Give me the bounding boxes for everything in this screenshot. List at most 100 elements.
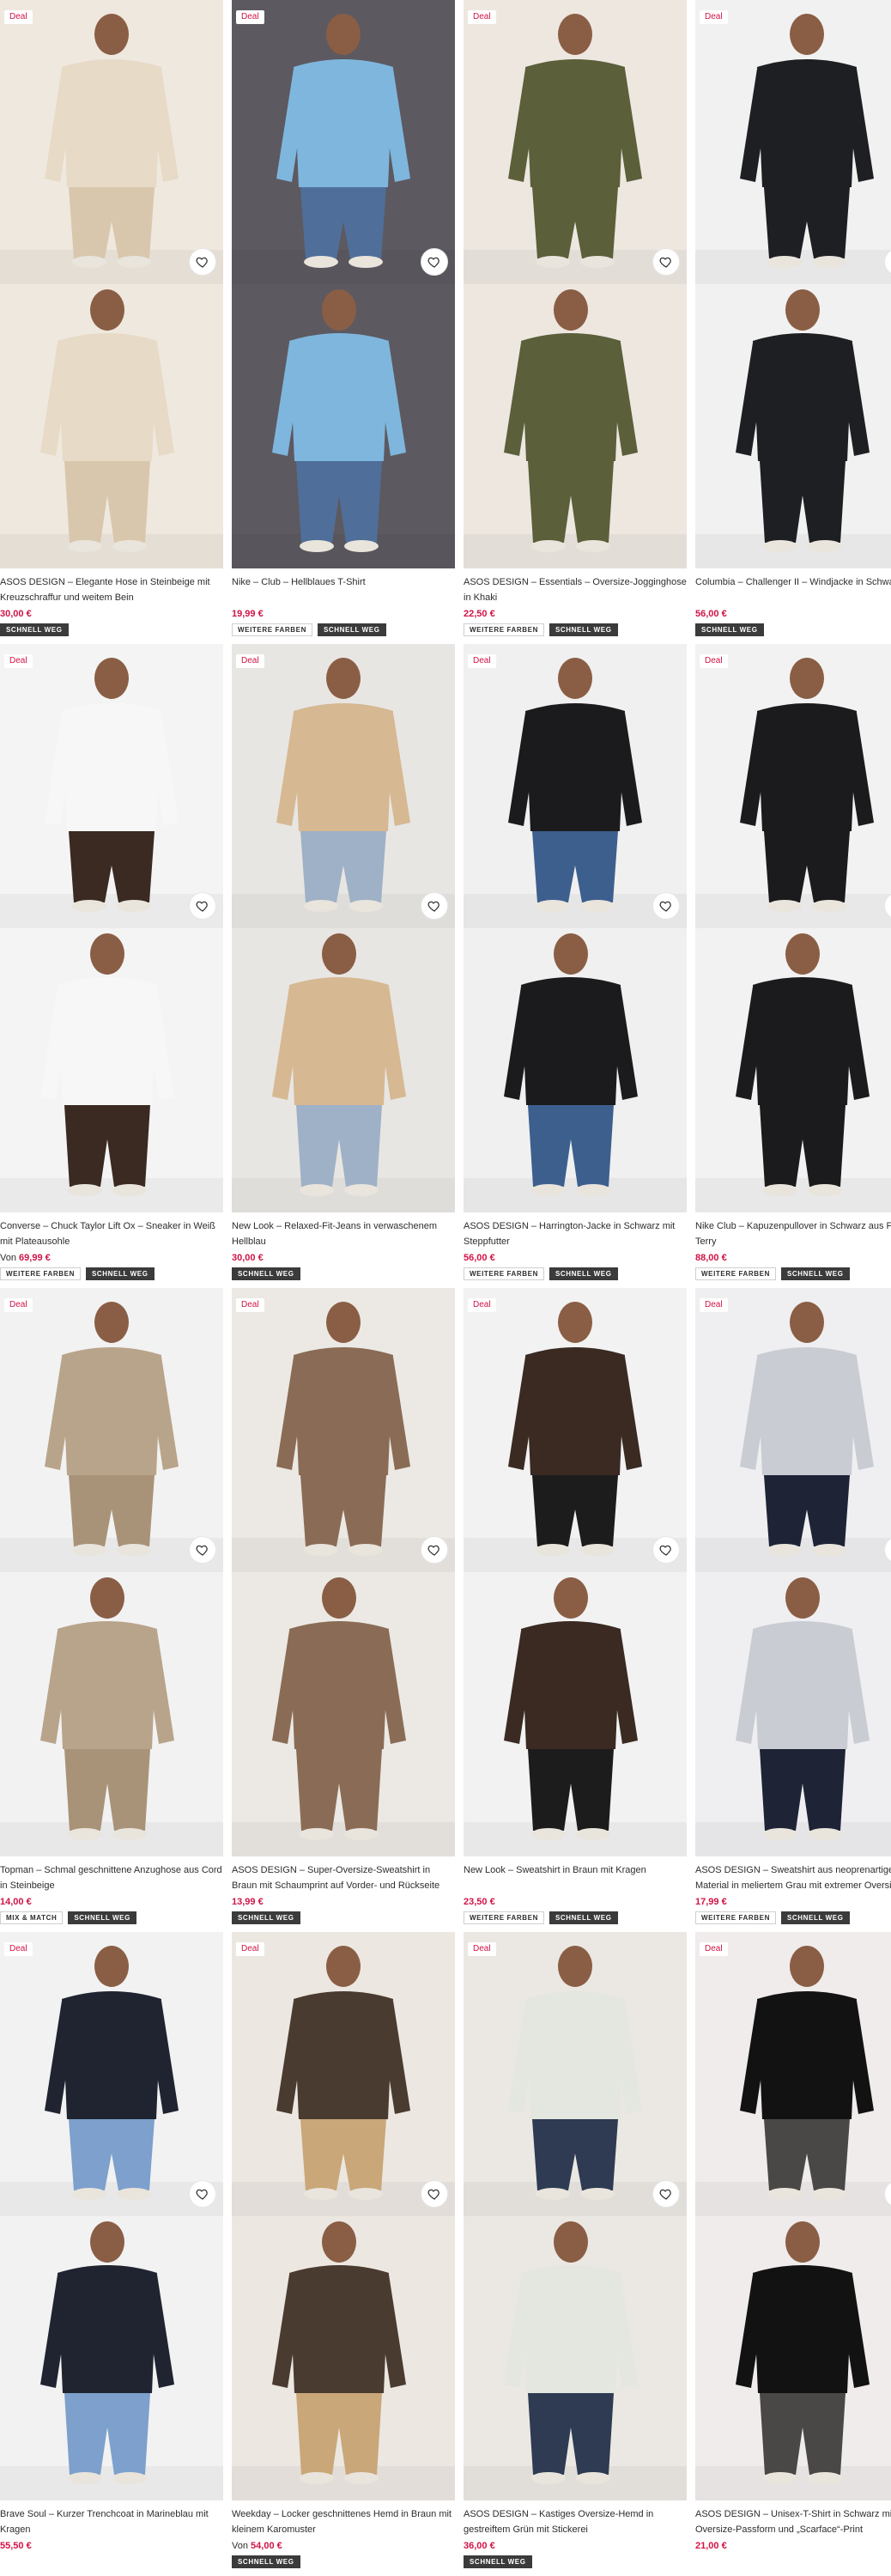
product-card[interactable]: Deal ASOS DESIGN – Super-Oversize-Sweatsh… [232,1288,455,1932]
product-title[interactable]: Nike – Club – Hellblaues T-Shirt [232,574,455,605]
selling-fast-badge: SCHNELL WEG [85,1267,155,1280]
product-image-primary[interactable]: Deal [695,1932,891,2216]
product-image-primary[interactable]: Deal [0,644,223,928]
selling-fast-badge: SCHNELL WEG [695,623,764,636]
product-title[interactable]: ASOS DESIGN – Sweatshirt aus neoprenarti… [695,1862,891,1893]
product-price: 30,00 € [232,1251,455,1265]
product-card[interactable]: Deal ASOS DESIGN – Elegante Hose in Stein… [0,0,223,644]
save-for-later-heart-icon[interactable] [421,2180,448,2208]
deal-badge: Deal [468,10,496,24]
product-card[interactable]: Deal ASOS DESIGN – Essentials – Oversize-… [464,0,687,644]
save-for-later-heart-icon[interactable] [189,1536,216,1564]
save-for-later-heart-icon[interactable] [189,248,216,276]
price-value: 36,00 € [464,2541,495,2551]
product-card[interactable]: Deal Converse – Chuck Taylor Lift Ox – Sn… [0,644,223,1288]
price-value: 55,50 € [0,2541,32,2551]
product-image-primary[interactable]: Deal [232,0,455,284]
product-card[interactable]: Deal Columbia – Challenger II – Windjacke… [695,0,891,644]
price-prefix: Von [232,2541,252,2551]
product-title[interactable]: ASOS DESIGN – Unisex-T-Shirt in Schwarz … [695,2506,891,2537]
product-title[interactable]: ASOS DESIGN – Super-Oversize-Sweatshirt … [232,1862,455,1893]
product-title[interactable]: ASOS DESIGN – Harrington-Jacke in Schwar… [464,1218,687,1249]
product-image-secondary[interactable] [695,284,891,568]
save-for-later-heart-icon[interactable] [189,2180,216,2208]
product-image-secondary[interactable] [695,928,891,1212]
product-image-primary[interactable]: Deal [0,0,223,284]
save-for-later-heart-icon[interactable] [189,892,216,920]
product-image-primary[interactable]: Deal [695,1288,891,1572]
product-price: 22,50 € [464,607,687,621]
product-card[interactable]: Deal Brave Soul – Kurzer Trenchcoat in Ma… [0,1932,223,2576]
product-image-secondary[interactable] [464,2216,687,2500]
product-card[interactable]: Deal Topman – Schmal geschnittene Anzugho… [0,1288,223,1932]
deal-badge: Deal [468,1298,496,1312]
product-badges: SCHNELL WEG [695,623,891,636]
save-for-later-heart-icon[interactable] [652,248,680,276]
product-image-primary[interactable]: Deal [232,1932,455,2216]
product-title[interactable]: Nike Club – Kapuzenpullover in Schwarz a… [695,1218,891,1249]
selling-fast-badge: SCHNELL WEG [549,1911,618,1924]
product-image-secondary[interactable] [0,284,223,568]
product-card[interactable]: Deal ASOS DESIGN – Kastiges Oversize-Hemd… [464,1932,687,2576]
product-image-primary[interactable]: Deal [232,644,455,928]
product-image-secondary[interactable] [232,2216,455,2500]
info-badge: WEITERE FARBEN [232,623,312,636]
product-card[interactable]: Deal ASOS DESIGN – Unisex-T-Shirt in Schw… [695,1932,891,2576]
product-title[interactable]: New Look – Sweatshirt in Braun mit Krage… [464,1862,687,1893]
product-image-primary[interactable]: Deal [464,644,687,928]
product-title[interactable]: New Look – Relaxed-Fit-Jeans in verwasch… [232,1218,455,1249]
product-image-primary[interactable]: Deal [695,0,891,284]
product-image-secondary[interactable] [0,1572,223,1856]
product-price: Von 69,99 € [0,1251,223,1265]
product-badges: SCHNELL WEG [232,1911,455,1924]
product-image-primary[interactable]: Deal [464,1932,687,2216]
product-title[interactable]: Topman – Schmal geschnittene Anzughose a… [0,1862,223,1893]
deal-badge: Deal [4,1942,33,1956]
product-card[interactable]: Deal New Look – Sweatshirt in Braun mit K… [464,1288,687,1932]
product-image-secondary[interactable] [232,284,455,568]
save-for-later-heart-icon[interactable] [421,248,448,276]
product-card[interactable]: Deal Nike – Club – Hellblaues T-Shirt 19,9… [232,0,455,644]
product-image-primary[interactable]: Deal [0,1932,223,2216]
product-title[interactable]: Columbia – Challenger II – Windjacke in … [695,574,891,605]
product-image-primary[interactable]: Deal [464,0,687,284]
product-image-secondary[interactable] [695,2216,891,2500]
product-image-secondary[interactable] [464,1572,687,1856]
product-info: Topman – Schmal geschnittene Anzughose a… [0,1856,223,1924]
product-badges: SCHNELL WEG [232,1267,455,1280]
product-grid: Deal ASOS DESIGN – Elegante Hose in Stein… [0,0,891,2576]
product-title[interactable]: Weekday – Locker geschnittenes Hemd in B… [232,2506,455,2537]
product-image-primary[interactable]: Deal [464,1288,687,1572]
product-card[interactable]: Deal ASOS DESIGN – Harrington-Jacke in Sc… [464,644,687,1288]
product-card[interactable]: Deal New Look – Relaxed-Fit-Jeans in verw… [232,644,455,1288]
product-card[interactable]: Deal Nike Club – Kapuzenpullover in Schwa… [695,644,891,1288]
product-card[interactable]: Deal Weekday – Locker geschnittenes Hemd … [232,1932,455,2576]
product-image-secondary[interactable] [232,1572,455,1856]
product-image-primary[interactable]: Deal [232,1288,455,1572]
save-for-later-heart-icon[interactable] [421,892,448,920]
save-for-later-heart-icon[interactable] [652,2180,680,2208]
product-image-primary[interactable]: Deal [695,644,891,928]
product-title[interactable]: ASOS DESIGN – Elegante Hose in Steinbeig… [0,574,223,605]
price-value: 69,99 € [19,1253,51,1263]
save-for-later-heart-icon[interactable] [652,892,680,920]
save-for-later-heart-icon[interactable] [421,1536,448,1564]
product-image-secondary[interactable] [232,928,455,1212]
product-title[interactable]: Converse – Chuck Taylor Lift Ox – Sneake… [0,1218,223,1249]
product-image-secondary[interactable] [464,284,687,568]
product-image-secondary[interactable] [0,2216,223,2500]
product-image-secondary[interactable] [695,1572,891,1856]
product-image-secondary[interactable] [464,928,687,1212]
deal-badge: Deal [236,1298,264,1312]
save-for-later-heart-icon[interactable] [652,1536,680,1564]
product-image-secondary[interactable] [0,928,223,1212]
product-title[interactable]: ASOS DESIGN – Kastiges Oversize-Hemd in … [464,2506,687,2537]
product-card[interactable]: Deal ASOS DESIGN – Sweatshirt aus neopren… [695,1288,891,1932]
product-price: Von 54,00 € [232,2539,455,2553]
product-title[interactable]: ASOS DESIGN – Essentials – Oversize-Jogg… [464,574,687,605]
product-title[interactable]: Brave Soul – Kurzer Trenchcoat in Marine… [0,2506,223,2537]
product-price: 17,99 € [695,1895,891,1909]
product-info: Converse – Chuck Taylor Lift Ox – Sneake… [0,1212,223,1280]
deal-badge: Deal [4,10,33,24]
product-image-primary[interactable]: Deal [0,1288,223,1572]
